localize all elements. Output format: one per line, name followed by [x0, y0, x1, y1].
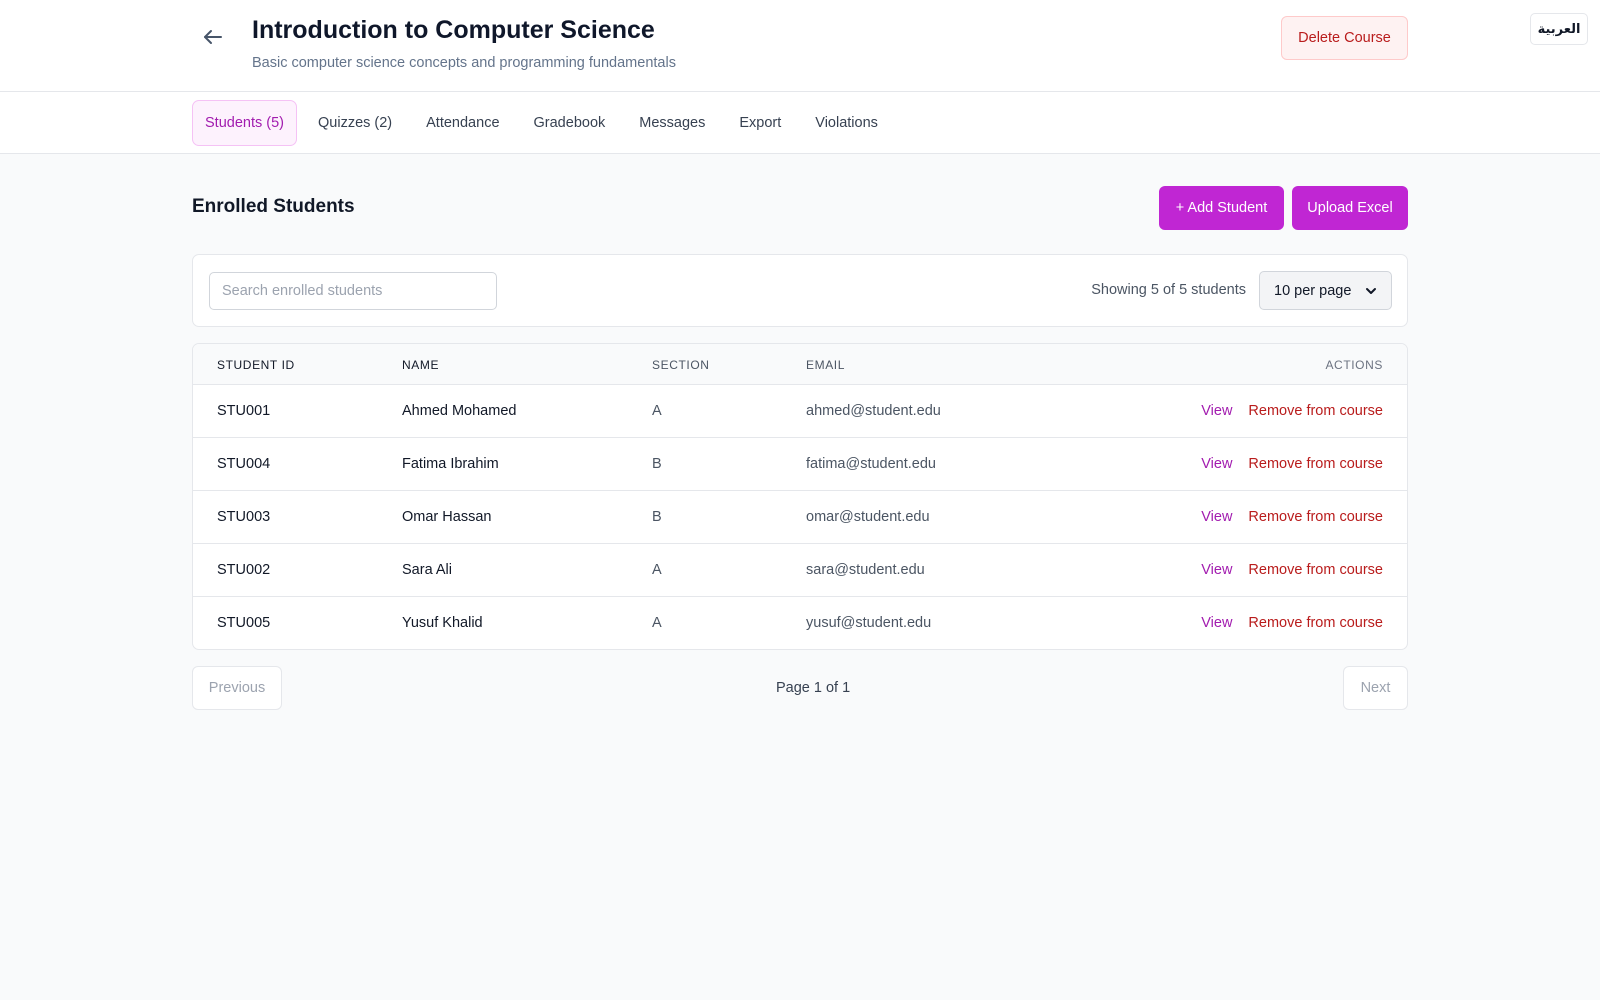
student-id-cell: STU004 — [217, 456, 271, 472]
view-student-link[interactable]: View — [1201, 456, 1232, 472]
tab-students[interactable]: Students (5) — [192, 100, 297, 146]
table-row: STU002 Sara Ali Asara@student.edu View Remov… — [193, 544, 1407, 597]
search-input[interactable] — [209, 272, 497, 310]
showing-count: Showing 5 of 5 students — [1091, 282, 1246, 298]
tab-gradebook[interactable]: Gradebook — [521, 100, 619, 146]
tab-violations[interactable]: Violations — [802, 100, 891, 146]
upload-excel-button[interactable]: Upload Excel — [1292, 186, 1408, 230]
student-section-cell: B — [652, 456, 662, 472]
previous-page-button[interactable]: Previous — [192, 666, 282, 710]
table-row: STU004 Fatima Ibrahim Bfatima@student.edu V… — [193, 438, 1407, 491]
row-actions: View Remove from course — [1201, 615, 1383, 631]
student-section-cell: B — [652, 509, 662, 525]
column-header-name: NAME — [402, 358, 440, 372]
tab-quizzes[interactable]: Quizzes (2) — [305, 100, 405, 146]
student-section-cell: A — [652, 615, 662, 631]
tab-export[interactable]: Export — [726, 100, 794, 146]
student-name-cell: Sara Ali — [402, 562, 452, 578]
page-header: Introduction to Computer Science Basic c… — [0, 0, 1600, 92]
column-header-email: EMAIL — [806, 358, 846, 372]
add-student-button[interactable]: + Add Student — [1159, 186, 1284, 230]
language-toggle-button[interactable]: العربية — [1530, 13, 1588, 45]
student-id-cell: STU002 — [217, 562, 271, 578]
view-student-link[interactable]: View — [1201, 615, 1232, 631]
page-title: Introduction to Computer Science — [252, 16, 655, 44]
row-actions: View Remove from course — [1201, 403, 1383, 419]
tab-messages[interactable]: Messages — [626, 100, 718, 146]
per-page-select[interactable]: 10 per page — [1259, 271, 1392, 310]
row-actions: View Remove from course — [1201, 509, 1383, 525]
tabs-bar: Students (5) Quizzes (2) Attendance Gradebo… — [0, 92, 1600, 154]
student-name-cell: Fatima Ibrahim — [402, 456, 499, 472]
view-student-link[interactable]: View — [1201, 562, 1232, 578]
student-id-cell: STU005 — [217, 615, 271, 631]
student-section-cell: A — [652, 562, 662, 578]
column-header-actions: ACTIONS — [1325, 358, 1383, 372]
remove-from-course-link[interactable]: Remove from course — [1248, 562, 1383, 578]
back-button[interactable] — [198, 22, 228, 52]
column-header-student-id: STUDENT ID — [217, 358, 295, 372]
section-title: Enrolled Students — [192, 196, 355, 217]
student-id-cell: STU003 — [217, 509, 271, 525]
student-section-cell: A — [652, 403, 662, 419]
student-email-cell: sara@student.edu — [806, 562, 925, 578]
row-actions: View Remove from course — [1201, 456, 1383, 472]
view-student-link[interactable]: View — [1201, 509, 1232, 525]
table-row: STU003 Omar Hassan Bomar@student.edu View Re… — [193, 491, 1407, 544]
arrow-left-icon — [204, 30, 222, 44]
student-name-cell: Ahmed Mohamed — [402, 403, 517, 419]
student-name-cell: Omar Hassan — [402, 509, 492, 525]
course-tabs: Students (5) Quizzes (2) Attendance Gradebo… — [192, 100, 891, 146]
table-body: STU001 Ahmed Mohamed Aahmed@student.edu Vie… — [193, 385, 1407, 649]
students-table: STUDENT ID NAME SECTION EMAIL ACTIONS ST… — [192, 343, 1408, 650]
table-header: STUDENT ID NAME SECTION EMAIL ACTIONS — [193, 344, 1407, 385]
student-email-cell: yusuf@student.edu — [806, 615, 932, 631]
next-page-button[interactable]: Next — [1343, 666, 1408, 710]
page-subtitle: Basic computer science concepts and prog… — [252, 55, 676, 71]
view-student-link[interactable]: View — [1201, 403, 1232, 419]
student-email-cell: omar@student.edu — [806, 509, 930, 525]
student-id-cell: STU001 — [217, 403, 271, 419]
remove-from-course-link[interactable]: Remove from course — [1248, 403, 1383, 419]
table-toolbar: Showing 5 of 5 students 10 per page — [192, 254, 1408, 327]
remove-from-course-link[interactable]: Remove from course — [1248, 456, 1383, 472]
table-row: STU001 Ahmed Mohamed Aahmed@student.edu Vie… — [193, 385, 1407, 438]
column-header-section: SECTION — [652, 358, 710, 372]
table-row: STU005 Yusuf Khalid Ayusuf@student.edu View… — [193, 597, 1407, 649]
student-email-cell: fatima@student.edu — [806, 456, 936, 472]
page-info: Page 1 of 1 — [776, 680, 851, 696]
remove-from-course-link[interactable]: Remove from course — [1248, 509, 1383, 525]
per-page-value: 10 per page — [1274, 282, 1352, 299]
tab-attendance[interactable]: Attendance — [413, 100, 512, 146]
student-name-cell: Yusuf Khalid — [402, 615, 483, 631]
row-actions: View Remove from course — [1201, 562, 1383, 578]
chevron-down-icon — [1366, 287, 1376, 294]
remove-from-course-link[interactable]: Remove from course — [1248, 615, 1383, 631]
student-email-cell: ahmed@student.edu — [806, 403, 941, 419]
delete-course-button[interactable]: Delete Course — [1281, 16, 1408, 60]
